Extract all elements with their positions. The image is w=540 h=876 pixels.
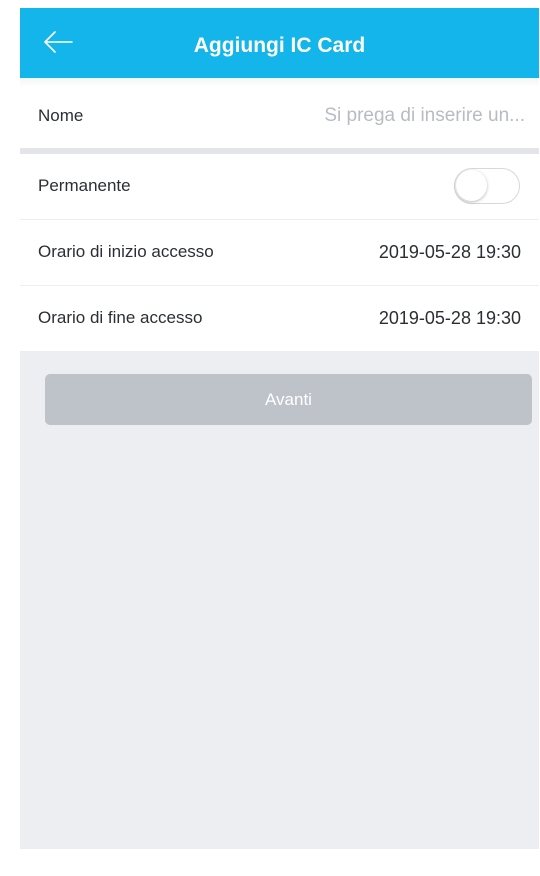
end-time-label: Orario di fine accesso xyxy=(38,308,203,327)
name-label: Nome xyxy=(38,106,84,125)
start-time-label: Orario di inizio accesso xyxy=(38,242,214,261)
header-shadow xyxy=(20,78,539,88)
start-time-value[interactable]: 2019-05-28 19:30 xyxy=(379,220,521,284)
name-input[interactable] xyxy=(265,98,525,134)
end-time-row[interactable]: Orario di fine accesso 2019-05-28 19:30 xyxy=(20,286,539,351)
app-header: Aggiungi IC Card xyxy=(20,8,539,78)
permanent-row: Permanente xyxy=(20,154,539,220)
toggle-knob xyxy=(456,170,487,201)
page-title: Aggiungi IC Card xyxy=(193,34,366,57)
access-settings: Permanente Orario di inizio accesso 2019… xyxy=(20,154,539,351)
end-time-value[interactable]: 2019-05-28 19:30 xyxy=(379,286,521,350)
permanent-toggle[interactable] xyxy=(454,168,520,204)
permanent-label: Permanente xyxy=(38,176,131,195)
start-time-row[interactable]: Orario di inizio accesso 2019-05-28 19:3… xyxy=(20,220,539,286)
app-screen: Aggiungi IC Card Nome Permanente Orario … xyxy=(20,8,539,849)
next-button[interactable]: Avanti xyxy=(45,374,532,425)
name-row: Nome xyxy=(20,88,539,148)
